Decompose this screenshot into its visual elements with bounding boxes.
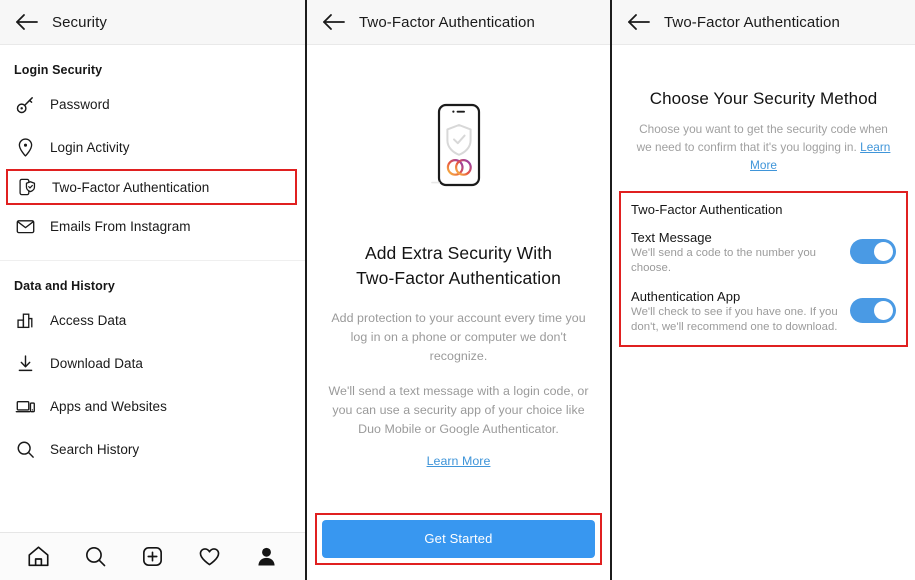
sidebar-item-label: Login Activity [50, 140, 130, 155]
sidebar-item-two-factor-authentication[interactable]: Two-Factor Authentication [6, 169, 297, 205]
panel2-paragraph-1: Add protection to your account every tim… [331, 311, 586, 363]
get-started-button[interactable]: Get Started [322, 520, 595, 558]
panel2-paragraph-2: We'll send a text message with a login c… [328, 384, 589, 436]
option-row-text-message[interactable]: Text Message We'll send a code to the nu… [631, 230, 896, 276]
bottom-tab-bar [0, 532, 305, 580]
panel2-title: Two-Factor Authentication [359, 13, 535, 31]
envelope-icon [14, 216, 36, 238]
sidebar-item-label: Search History [50, 442, 140, 457]
choose-security-method-subtitle: Choose you want to get the security code… [630, 120, 897, 174]
get-started-highlight-box: Get Started [315, 513, 602, 565]
panel-security: Security Login Security Password Login A… [0, 0, 305, 580]
sidebar-item-label: Apps and Websites [50, 399, 167, 414]
sidebar-item-password[interactable]: Password [0, 83, 305, 126]
learn-more-link[interactable]: Learn More [427, 454, 491, 468]
panel3-title: Two-Factor Authentication [664, 13, 840, 31]
sidebar-item-search-history[interactable]: Search History [0, 428, 305, 471]
panel2-heading-line1: Add Extra Security With [364, 243, 553, 263]
key-icon [14, 94, 36, 116]
phone-shield-icon [16, 176, 38, 198]
bar-chart-icon [14, 310, 36, 332]
choose-security-method-heading: Choose Your Security Method [649, 89, 878, 108]
panel-choose-security-method: Two-Factor Authentication Choose Your Se… [610, 0, 915, 580]
three-panel-screenshot: Security Login Security Password Login A… [0, 0, 915, 580]
sidebar-item-label: Download Data [50, 356, 143, 371]
apps-websites-icon [14, 396, 36, 418]
sidebar-item-label: Password [50, 97, 110, 112]
options-box-title: Two-Factor Authentication [631, 202, 783, 217]
panel-two-factor-intro: Two-Factor Authentication Add Extra Secu… [305, 0, 610, 580]
section-title-data-and-history: Data and History [14, 279, 115, 293]
option-row-authentication-app[interactable]: Authentication App We'll check to see if… [631, 289, 896, 335]
two-factor-options-highlight-box: Two-Factor Authentication Text Message W… [619, 191, 908, 347]
sidebar-item-access-data[interactable]: Access Data [0, 299, 305, 342]
authentication-app-toggle[interactable] [850, 298, 896, 323]
download-arrow-icon [14, 353, 36, 375]
search-icon[interactable] [81, 542, 111, 572]
magnifier-icon [14, 439, 36, 461]
sidebar-item-emails-from-instagram[interactable]: Emails From Instagram [0, 205, 305, 248]
sidebar-item-apps-and-websites[interactable]: Apps and Websites [0, 385, 305, 428]
back-arrow-icon[interactable] [14, 11, 40, 33]
back-arrow-icon[interactable] [626, 11, 652, 33]
panel2-heading: Add Extra Security With Two-Factor Authe… [323, 241, 594, 291]
section-title-login-security: Login Security [14, 63, 103, 77]
sidebar-item-label: Two-Factor Authentication [52, 179, 210, 195]
option-name: Text Message [631, 230, 712, 245]
profile-icon[interactable] [252, 542, 282, 572]
panel1-title: Security [52, 13, 107, 31]
back-arrow-icon[interactable] [321, 11, 347, 33]
sidebar-item-login-activity[interactable]: Login Activity [0, 126, 305, 169]
option-description: We'll check to see if you have one. If y… [631, 306, 838, 333]
toggle-knob [874, 301, 893, 320]
panel3-header: Two-Factor Authentication [612, 0, 915, 45]
option-name: Authentication App [631, 289, 741, 304]
option-text-block: Text Message We'll send a code to the nu… [631, 230, 850, 276]
panel2-header: Two-Factor Authentication [307, 0, 610, 45]
panel2-heading-line2: Two-Factor Authentication [356, 268, 561, 288]
text-message-toggle[interactable] [850, 239, 896, 264]
panel1-header: Security [0, 0, 305, 45]
toggle-knob [874, 242, 893, 261]
subtitle-text: Choose you want to get the security code… [636, 122, 888, 154]
sidebar-item-download-data[interactable]: Download Data [0, 342, 305, 385]
add-post-icon[interactable] [138, 542, 168, 572]
sidebar-item-label: Emails From Instagram [50, 219, 191, 234]
panel2-body: Add Extra Security With Two-Factor Authe… [307, 103, 610, 470]
home-icon[interactable] [24, 542, 54, 572]
option-text-block: Authentication App We'll check to see if… [631, 289, 850, 335]
phone-with-shield-and-toggle-illustration [430, 103, 488, 195]
heart-icon[interactable] [195, 542, 225, 572]
sidebar-item-label: Access Data [50, 313, 127, 328]
option-description: We'll send a code to the number you choo… [631, 247, 817, 274]
location-pin-icon [14, 137, 36, 159]
